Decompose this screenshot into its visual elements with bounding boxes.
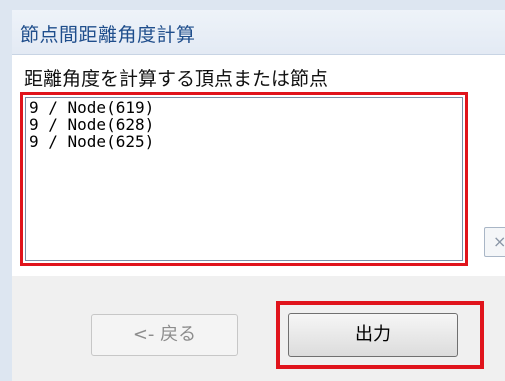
remove-item-button[interactable]: × xyxy=(484,227,505,257)
left-edge xyxy=(0,0,12,381)
close-icon: × xyxy=(493,232,505,251)
output-button[interactable]: 出力 xyxy=(288,313,458,357)
top-edge xyxy=(0,0,505,10)
list-item[interactable]: 9 / Node(628) xyxy=(29,116,459,133)
node-listbox[interactable]: 9 / Node(619) 9 / Node(628) 9 / Node(625… xyxy=(25,97,463,261)
back-button[interactable]: <- 戻る xyxy=(91,314,238,356)
dialog-panel: 節点間距離角度計算 距離角度を計算する頂点または節点 9 / Node(619)… xyxy=(0,0,505,381)
list-label: 距離角度を計算する頂点または節点 xyxy=(24,68,329,90)
list-item[interactable]: 9 / Node(619) xyxy=(29,99,459,116)
dialog-title: 節点間距離角度計算 xyxy=(20,24,196,46)
list-item[interactable]: 9 / Node(625) xyxy=(29,133,459,150)
